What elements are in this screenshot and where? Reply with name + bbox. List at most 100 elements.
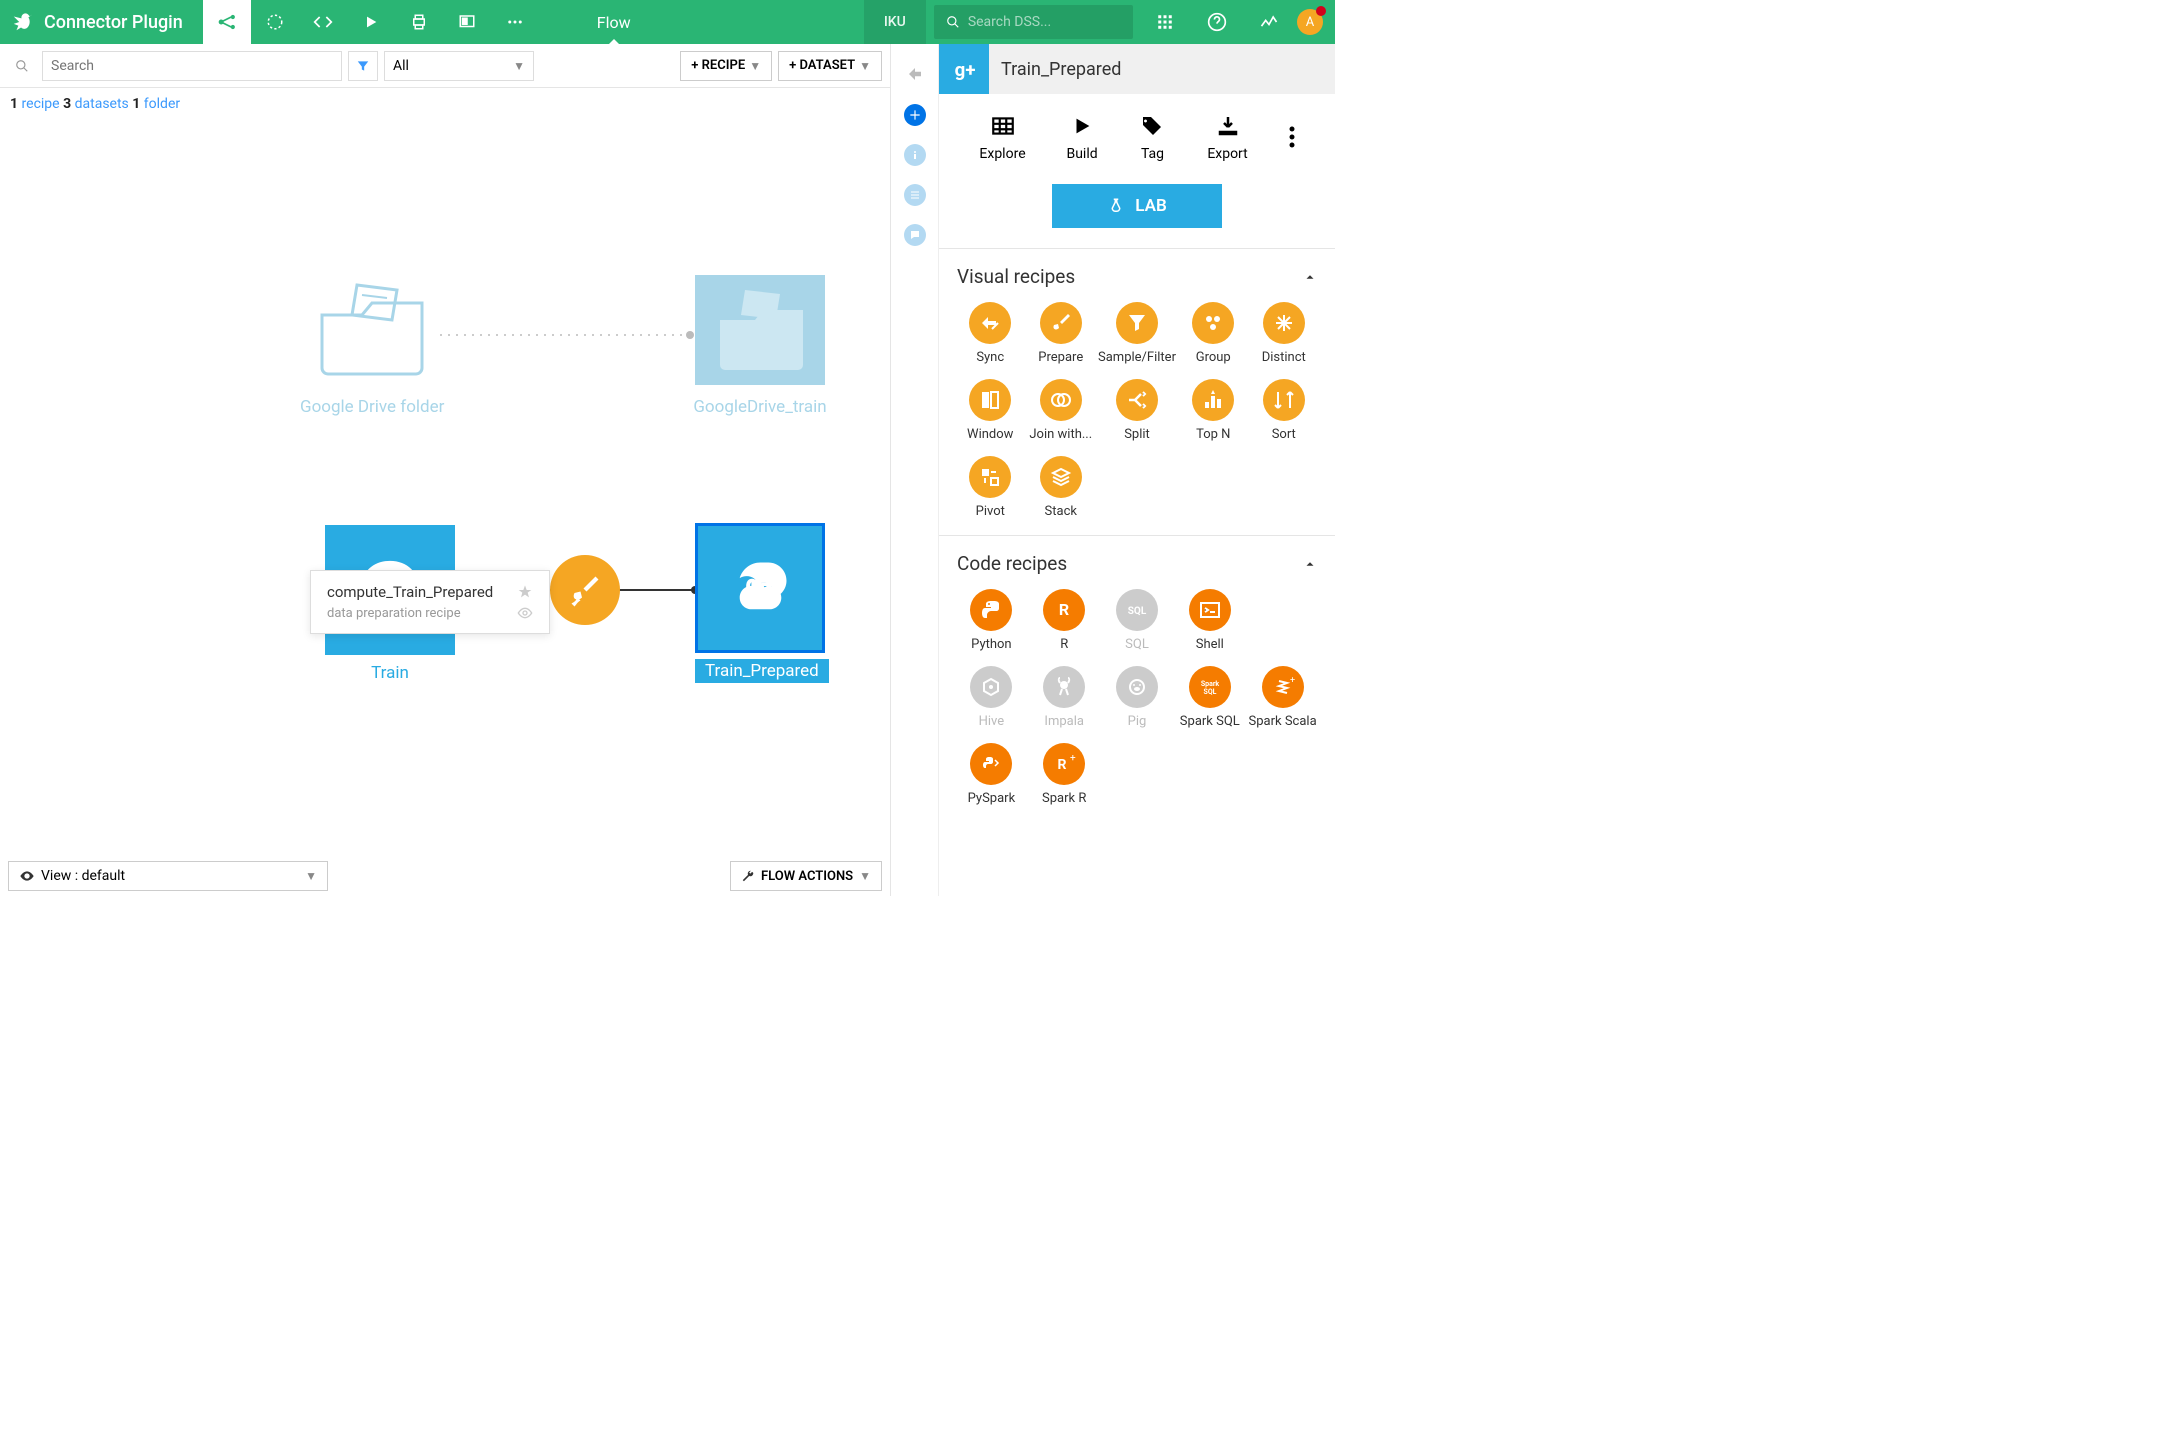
- code-recipes-section: Code recipes PythonRRSQLSQLShellHiveImpa…: [939, 535, 1335, 822]
- export-action[interactable]: Export: [1207, 112, 1247, 162]
- folder-icon: [302, 275, 442, 385]
- recipe-label: Hive: [979, 714, 1005, 729]
- recipe-hive: Hive: [957, 666, 1026, 729]
- flow-actions-label: FLOW ACTIONS: [761, 869, 853, 884]
- recipe-sort[interactable]: Sort: [1250, 379, 1317, 442]
- recipe-label: Top N: [1196, 427, 1230, 442]
- global-search[interactable]: [934, 5, 1133, 39]
- recipe-label: Stack: [1045, 504, 1077, 519]
- help-icon[interactable]: [1193, 0, 1241, 44]
- flow-canvas[interactable]: Google Drive folder GoogleDrive_train Tr…: [0, 120, 890, 896]
- view-selector[interactable]: View : default ▼: [8, 861, 328, 891]
- nav-print-icon[interactable]: [395, 0, 443, 44]
- lab-button[interactable]: LAB: [1052, 184, 1222, 228]
- recipe-pig: Pig: [1103, 666, 1172, 729]
- flow-node-dataset-gdrive[interactable]: GoogleDrive_train: [690, 275, 830, 417]
- apps-icon[interactable]: [1141, 0, 1189, 44]
- datasets-count-link[interactable]: datasets: [75, 96, 129, 112]
- nav-dashboard-icon[interactable]: [443, 0, 491, 44]
- flow-node-dataset-prepared[interactable]: g+ Train_Prepared: [695, 523, 829, 683]
- flow-canvas-area: All ▼ + RECIPE ▼ + DATASET ▼ 1 recipe 3 …: [0, 44, 890, 896]
- recipe-pivot[interactable]: Pivot: [957, 456, 1024, 519]
- flow-actions-button[interactable]: FLOW ACTIONS ▼: [730, 861, 882, 891]
- filter-type-select[interactable]: All ▼: [384, 51, 534, 81]
- logo-icon[interactable]: [0, 0, 44, 44]
- flow-node-recipe[interactable]: [550, 555, 620, 625]
- search-icon: [946, 14, 960, 30]
- recipe-icon: [1040, 302, 1082, 344]
- code-recipes-header[interactable]: Code recipes: [957, 552, 1317, 575]
- add-recipe-button[interactable]: + RECIPE ▼: [680, 51, 772, 81]
- collapse-panel-icon[interactable]: [903, 62, 927, 86]
- recipe-join-with-[interactable]: Join with...: [1028, 379, 1095, 442]
- recipe-sync[interactable]: Sync: [957, 302, 1024, 365]
- recipe-label: Shell: [1196, 637, 1224, 652]
- chevron-down-icon: ▼: [859, 869, 871, 883]
- recipe-icon: [1116, 379, 1158, 421]
- recipe-icon: [1263, 302, 1305, 344]
- recipe-window[interactable]: Window: [957, 379, 1024, 442]
- filter-button[interactable]: [348, 51, 378, 81]
- recipe-label: Sort: [1272, 427, 1296, 442]
- panel-more-icon[interactable]: [1289, 112, 1295, 162]
- star-icon[interactable]: [517, 584, 533, 600]
- recipe-icon: SQL: [1116, 589, 1158, 631]
- nav-more-icon[interactable]: [491, 0, 539, 44]
- recipe-icon: [969, 456, 1011, 498]
- recipe-icon: [970, 666, 1012, 708]
- flow-counts: 1 recipe 3 datasets 1 folder: [0, 88, 890, 120]
- nav-code-icon[interactable]: [299, 0, 347, 44]
- flow-search-input[interactable]: [42, 51, 342, 81]
- flow-nav-icon[interactable]: [203, 0, 251, 44]
- folder-count-link[interactable]: folder: [144, 96, 180, 112]
- recipe-label: R: [1060, 637, 1068, 652]
- recipe-label: Sample/Filter: [1098, 350, 1176, 365]
- avatar[interactable]: A: [1297, 9, 1323, 35]
- tag-icon: [1138, 112, 1166, 140]
- recipe-tooltip: compute_Train_Prepared data preparation …: [310, 570, 550, 634]
- recipe-count-link[interactable]: recipe: [22, 96, 60, 112]
- tag-action[interactable]: Tag: [1138, 112, 1166, 162]
- recipe-icon: +: [1262, 666, 1304, 708]
- filter-type-label: All: [393, 58, 409, 74]
- recipe-spark-sql[interactable]: SparkSQLSpark SQL: [1175, 666, 1244, 729]
- recipe-split[interactable]: Split: [1098, 379, 1176, 442]
- top-nav: Connector Plugin Flow IKU A: [0, 0, 1335, 44]
- panel-tab-comment[interactable]: [904, 224, 926, 246]
- add-dataset-button[interactable]: + DATASET ▼: [778, 51, 882, 81]
- nav-circle-icon[interactable]: [251, 0, 299, 44]
- recipe-r[interactable]: RR: [1030, 589, 1099, 652]
- explore-action[interactable]: Explore: [979, 112, 1025, 162]
- recipe-icon: [970, 743, 1012, 785]
- activity-icon[interactable]: [1245, 0, 1293, 44]
- global-search-input[interactable]: [968, 14, 1121, 30]
- panel-tab-schema[interactable]: [904, 184, 926, 206]
- recipe-distinct[interactable]: Distinct: [1250, 302, 1317, 365]
- recipe-pyspark[interactable]: PySpark: [957, 743, 1026, 806]
- build-action[interactable]: Build: [1066, 112, 1097, 162]
- recipe-count: 1: [10, 96, 18, 112]
- nav-play-icon[interactable]: [347, 0, 395, 44]
- section-label[interactable]: Flow: [539, 0, 689, 44]
- eye-icon[interactable]: [517, 605, 533, 621]
- recipe-spark-r[interactable]: R+Spark R: [1030, 743, 1099, 806]
- visual-recipes-header[interactable]: Visual recipes: [957, 265, 1317, 288]
- recipe-top-n[interactable]: Top N: [1180, 379, 1247, 442]
- panel-tab-add[interactable]: [904, 104, 926, 126]
- recipe-icon: R+: [1043, 743, 1085, 785]
- flow-node-folder[interactable]: Google Drive folder: [300, 275, 444, 417]
- recipe-python[interactable]: Python: [957, 589, 1026, 652]
- workspace-badge[interactable]: IKU: [864, 0, 926, 44]
- recipe-group[interactable]: Group: [1180, 302, 1247, 365]
- project-title[interactable]: Connector Plugin: [44, 12, 203, 33]
- grid-icon: [989, 112, 1017, 140]
- recipe-spark-scala[interactable]: +Spark Scala: [1248, 666, 1317, 729]
- chevron-down-icon: ▼: [305, 869, 317, 883]
- panel-tab-info[interactable]: [904, 144, 926, 166]
- recipe-sample-filter[interactable]: Sample/Filter: [1098, 302, 1176, 365]
- recipe-stack[interactable]: Stack: [1028, 456, 1095, 519]
- microscope-icon: [1107, 197, 1125, 215]
- recipe-prepare[interactable]: Prepare: [1028, 302, 1095, 365]
- folder-count: 1: [132, 96, 140, 112]
- recipe-shell[interactable]: Shell: [1175, 589, 1244, 652]
